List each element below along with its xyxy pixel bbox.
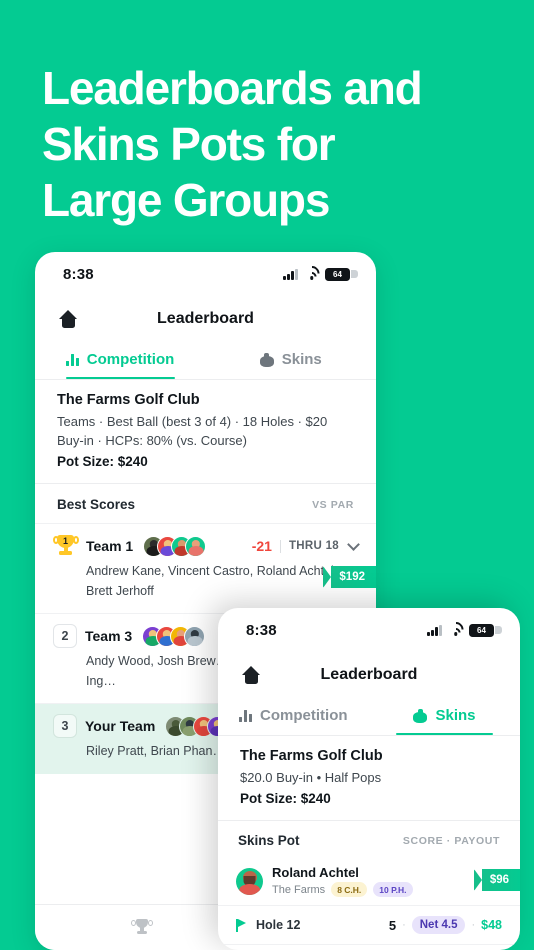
home-icon[interactable] <box>242 666 261 684</box>
team-name: Your Team <box>85 718 156 734</box>
wifi-icon <box>300 262 323 284</box>
tab-skins[interactable]: Skins <box>369 698 520 735</box>
tab-competition[interactable]: Competition <box>35 342 206 379</box>
page-title: Leaderboard <box>320 666 418 683</box>
bar-chart-icon <box>239 709 253 722</box>
section-subtitle: SCORE · PAYOUT <box>402 834 500 847</box>
best-scores-header: Best Scores VS PAR <box>35 484 376 523</box>
hole-score: 5 <box>388 917 397 933</box>
divider <box>279 539 281 553</box>
hole-label: Hole 12 <box>256 918 301 932</box>
trophy-icon[interactable] <box>130 918 153 937</box>
nav-bar: Leaderboard <box>35 296 376 342</box>
tab-skins-label: Skins <box>281 351 322 368</box>
net-score-badge: Net 4.5 <box>411 916 466 934</box>
avatar-group <box>143 535 207 557</box>
tab-bar: Competition Skins <box>35 342 376 379</box>
avatar <box>236 867 263 895</box>
section-title: Best Scores <box>57 497 136 512</box>
separator-dot: · <box>402 919 406 931</box>
status-indicators: 64 <box>283 262 358 284</box>
tab-skins-label: Skins <box>435 707 476 724</box>
tab-active-underline <box>65 376 175 379</box>
rank-badge: 2 <box>53 624 77 648</box>
hero-line-1: Leaderboards and <box>42 62 423 114</box>
score-vs-par: -21 <box>251 538 272 554</box>
hero-line-2: Skins Pots for <box>42 118 336 170</box>
team-name: Team 3 <box>85 628 133 644</box>
payout-badge: $96 <box>473 869 520 891</box>
flag-icon <box>236 918 249 932</box>
money-bag-icon <box>413 708 428 723</box>
separator-dot: · <box>471 919 476 931</box>
list-item[interactable]: Hole 13 4 · Net 3.5 · $48 <box>218 944 520 950</box>
status-bar: 8:38 64 <box>35 252 376 296</box>
payout-badge: $192 <box>323 566 376 588</box>
player-club: The Farms <box>272 883 326 896</box>
tab-skins[interactable]: Skins <box>206 342 377 379</box>
hero-headline: Leaderboards and Skins Pots for Large Gr… <box>42 60 512 228</box>
pot-size: Pot Size: $240 <box>240 791 331 806</box>
section-title: Skins Pot <box>238 833 300 848</box>
home-icon[interactable] <box>59 310 78 328</box>
chevron-down-icon[interactable] <box>347 537 360 551</box>
course-info: The Farms Golf Club $20.0 Buy-in • Half … <box>218 736 520 820</box>
course-meta-line-1: $20.0 Buy-in • Half Pops <box>240 770 382 785</box>
thru-label: THRU 18 <box>288 540 339 552</box>
battery-icon: 64 <box>325 267 358 281</box>
tab-competition[interactable]: Competition <box>218 698 369 735</box>
status-time: 8:38 <box>246 621 277 639</box>
battery-icon: 64 <box>469 623 502 637</box>
tab-active-underline <box>396 732 493 735</box>
course-meta-line-1: Teams · Best Ball (best 3 of 4) · 18 Hol… <box>57 414 328 429</box>
status-time: 8:38 <box>63 265 94 283</box>
page-title: Leaderboard <box>157 310 254 327</box>
cellular-signal-icon <box>427 624 442 636</box>
section-subtitle: VS PAR <box>312 498 354 511</box>
table-row[interactable]: 1 Team 1 -21 THRU 18 Andrew Kane, Vincen… <box>35 523 376 613</box>
tab-competition-label: Competition <box>86 351 175 368</box>
course-meta-line-2: Buy-in · HCPs: 80% (vs. Course) <box>57 433 247 448</box>
trophy-icon: 1 <box>52 534 79 558</box>
row-header: 1 Team 1 -21 THRU 18 <box>52 534 360 558</box>
tab-competition-label: Competition <box>260 707 348 724</box>
player-meta: The Farms 8 C.H. 10 P.H. <box>272 882 413 897</box>
rank-badge: 3 <box>53 714 77 738</box>
hole-payout: $48 <box>481 918 502 932</box>
playing-handicap-badge: 10 P.H. <box>373 882 413 897</box>
course-name: The Farms Golf Club <box>240 748 383 764</box>
course-info: The Farms Golf Club Teams · Best Ball (b… <box>35 380 376 483</box>
avatar <box>185 535 207 557</box>
avatar-group <box>142 625 206 647</box>
tab-bar: Competition Skins <box>218 698 520 735</box>
course-handicap-badge: 8 C.H. <box>331 882 368 897</box>
cellular-signal-icon <box>283 268 298 280</box>
bar-chart-icon <box>66 353 79 366</box>
hero-line-3: Large Groups <box>42 174 330 226</box>
status-bar: 8:38 64 <box>218 608 520 652</box>
course-name: The Farms Golf Club <box>57 392 200 408</box>
team-name: Team 1 <box>86 538 134 554</box>
pot-size: Pot Size: $240 <box>57 454 148 469</box>
status-indicators: 64 <box>427 618 502 640</box>
list-item[interactable]: Hole 12 5 · Net 4.5 · $48 <box>218 905 520 944</box>
skins-pot-header: Skins Pot SCORE · PAYOUT <box>218 821 520 857</box>
phone-mockup-skins: 8:38 64 Leaderboard Competition Skins Th… <box>218 608 520 950</box>
hole-values: 5 · Net 4.5 · $48 <box>389 916 502 934</box>
player-info: Roland Achtel The Farms 8 C.H. 10 P.H. <box>272 865 413 897</box>
skins-player-row[interactable]: Roland Achtel The Farms 8 C.H. 10 P.H. $… <box>218 857 520 905</box>
player-name: Roland Achtel <box>272 865 359 880</box>
team-members: Andrew Kane, Vincent Castro, Roland Acht… <box>86 564 338 598</box>
money-bag-icon <box>259 352 274 367</box>
avatar <box>184 625 206 647</box>
nav-bar: Leaderboard <box>218 652 520 698</box>
rank-value: 1 <box>62 535 68 546</box>
wifi-icon <box>444 618 467 640</box>
score-group: -21 THRU 18 <box>251 537 360 554</box>
